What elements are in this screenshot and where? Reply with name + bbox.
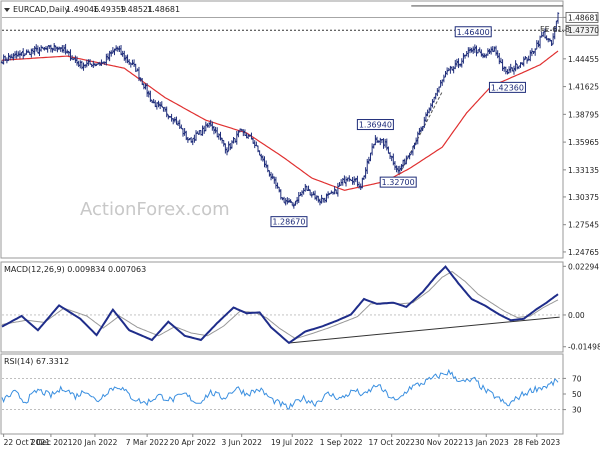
macd-title: MACD(12,26,9) 0.009834 0.007063 xyxy=(4,265,146,274)
y-tick-label: 1.47370 xyxy=(568,26,599,35)
annotation-label: 1.42360 xyxy=(491,83,524,92)
price-annotation: 1.46400 xyxy=(454,26,492,38)
x-tick-label: 1 Sep 2022 xyxy=(320,438,363,447)
x-tick-label: 20 Jan 2022 xyxy=(72,438,117,447)
x-tick-label: 28 Feb 2023 xyxy=(513,438,560,447)
macd-panel-frame xyxy=(0,261,564,353)
x-tick-label: 13 Jan 2023 xyxy=(464,438,509,447)
y-tick-label: 1.35965 xyxy=(568,138,599,147)
rsi-panel: 70 50 30 RSI(14) 67.3312 xyxy=(0,353,582,435)
macd-panel: 0.02294 0.00 -0.014989 MACD(12,26,9) 0.009… xyxy=(0,261,600,353)
y-tick-label: 1.38795 xyxy=(568,110,599,119)
rsi-tick-label: 30 xyxy=(572,406,582,415)
x-tick-label: 7 Dec 2021 xyxy=(29,438,72,447)
y-tick-label: 1.30375 xyxy=(568,193,599,202)
y-tick-label: 1.24765 xyxy=(568,248,599,257)
fib-label: FE 61.8 xyxy=(540,25,570,34)
price-annotation: 1.32700 xyxy=(379,176,417,188)
chart-svg: ActionForex.com 1.28670 1.36940 1.32700 1.4… xyxy=(0,0,600,450)
x-tick-label: 19 Jul 2022 xyxy=(271,438,314,447)
macd-tick-label: 0.02294 xyxy=(568,262,599,271)
y-tick-label: 1.27545 xyxy=(568,221,599,230)
annotation-label: 1.32700 xyxy=(382,178,415,187)
rsi-tick-label: 70 xyxy=(572,374,582,383)
x-tick-label: 3 Jun 2022 xyxy=(222,438,263,447)
watermark: ActionForex.com xyxy=(80,199,230,220)
x-tick-label: 7 Mar 2022 xyxy=(126,438,169,447)
y-tick-label: 1.33135 xyxy=(568,166,599,175)
chart-title-group: EURCAD,Daily 1.49046 1.49359 1.48521 1.4… xyxy=(4,5,180,14)
price-panel: ActionForex.com 1.28670 1.36940 1.32700 1.4… xyxy=(0,0,599,259)
macd-tick-label: -0.014989 xyxy=(568,343,600,352)
macd-tick-label: 0.00 xyxy=(568,311,585,320)
y-tick-label: 1.48681 xyxy=(568,13,599,22)
annotation-label: 1.46400 xyxy=(457,28,490,37)
rsi-tick-label: 50 xyxy=(572,390,582,399)
chart-title: EURCAD,Daily xyxy=(13,5,69,14)
chart-root: ActionForex.com 1.28670 1.36940 1.32700 1.4… xyxy=(0,0,600,450)
rsi-panel-frame xyxy=(0,353,564,435)
x-tick-label: 20 Apr 2022 xyxy=(170,438,217,447)
annotation-label: 1.28670 xyxy=(272,218,305,227)
ohlc-close: 1.48681 xyxy=(147,5,180,14)
price-annotation: 1.42360 xyxy=(488,81,526,93)
y-tick-label: 1.41625 xyxy=(568,83,599,92)
y-tick-label: 1.44455 xyxy=(568,55,599,64)
x-tick-label: 17 Oct 2022 xyxy=(369,438,416,447)
rsi-title: RSI(14) 67.3312 xyxy=(4,357,69,366)
annotation-label: 1.36940 xyxy=(359,121,392,130)
price-annotation: 1.36940 xyxy=(356,119,394,131)
price-annotation: 1.28670 xyxy=(270,216,308,228)
x-tick-label: 30 Nov 2022 xyxy=(415,438,463,447)
